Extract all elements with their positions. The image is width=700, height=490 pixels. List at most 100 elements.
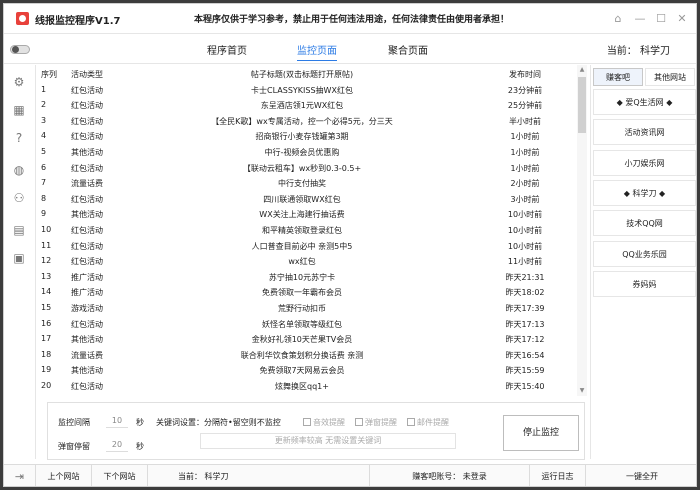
table-row[interactable]: 4 红包活动 招商银行小麦存钱罐第3期 1小时前 xyxy=(37,129,572,145)
row-time: 2小时前 xyxy=(510,179,540,189)
row-title[interactable]: 四川联通领取WX红包 xyxy=(157,194,447,205)
tab-zuanke[interactable]: 赚客吧 xyxy=(593,68,643,86)
row-title[interactable]: 荒野行动扣币 xyxy=(157,303,447,314)
table-row[interactable]: 10 红包活动 和平精英领取登录红包 10小时前 xyxy=(37,223,572,239)
row-index: 1 xyxy=(41,84,47,94)
row-title[interactable]: 金秋好礼领10天芒果TV会员 xyxy=(157,334,447,345)
scroll-thumb[interactable] xyxy=(578,77,586,133)
keyword-input[interactable]: 更新频率较高 无需设置关键词 xyxy=(200,433,456,449)
row-index: 12 xyxy=(41,256,52,266)
table-row[interactable]: 18 流量话费 联合利华饮食策划积分换话费 亲测 昨天16:54 xyxy=(37,348,572,364)
table-row[interactable]: 14 推广活动 免费领取一年霸布会员 昨天18:02 xyxy=(37,285,572,301)
minimize-button[interactable]: — xyxy=(630,9,650,29)
table-row[interactable]: 17 其他活动 金秋好礼领10天芒果TV会员 昨天17:12 xyxy=(37,332,572,348)
row-time: 昨天15:40 xyxy=(505,382,545,391)
row-title[interactable]: 人口普查目前必中 亲测5中5 xyxy=(157,241,447,252)
table-row[interactable]: 20 红包活动 炫舞换区qq1+ 昨天15:40 xyxy=(37,379,572,395)
popup-input[interactable]: 20 xyxy=(106,439,128,452)
row-title[interactable]: 卡士CLASSYKISS抽WX红包 xyxy=(157,85,447,96)
close-button[interactable]: ✕ xyxy=(672,9,692,29)
mail-checkbox[interactable] xyxy=(407,418,415,426)
site-huodong[interactable]: 活动资讯网 xyxy=(593,119,696,145)
title-bar: 线报监控程序V1.7 本程序仅供于学习参考，禁止用于任何违法用途，任何法律责任由… xyxy=(4,4,696,34)
skin-button[interactable]: ⌂ xyxy=(608,9,628,29)
tab-aggregate[interactable]: 聚合页面 xyxy=(388,42,428,57)
tab-monitor[interactable]: 监控页面 xyxy=(297,42,337,61)
row-title[interactable]: 免费领取一年霸布会员 xyxy=(157,287,447,298)
row-type: 红包活动 xyxy=(71,241,103,251)
table-row[interactable]: 9 其他活动 WX关注上海建行抽话费 10小时前 xyxy=(37,207,572,223)
popup-label: 弹窗停留 xyxy=(58,442,90,451)
keyword-label: 关键词设置：分隔符•留空则不监控 xyxy=(156,418,281,427)
tab-other-sites[interactable]: 其他网站 xyxy=(645,68,695,86)
doc-icon[interactable]: ▤ xyxy=(12,223,26,237)
row-title[interactable]: 中行-视频会员优惠购 xyxy=(157,147,447,158)
row-index: 6 xyxy=(41,162,47,172)
run-log-button[interactable]: 运行日志 xyxy=(530,465,586,486)
table-row[interactable]: 15 游戏活动 荒野行动扣币 昨天17:39 xyxy=(37,301,572,317)
table-row[interactable]: 7 流量话费 中行支付抽奖 2小时前 xyxy=(37,176,572,192)
row-title[interactable]: 招商银行小麦存钱罐第3期 xyxy=(157,131,447,142)
users-icon[interactable]: ⚇ xyxy=(12,191,26,205)
site-aiq[interactable]: ◆ 爱Q生活网 ◆ xyxy=(593,89,696,115)
open-all-button[interactable]: 一键全开 xyxy=(586,465,696,486)
row-title[interactable]: 【全民K歌】wx专属活动，控一个必得5元，分三天 xyxy=(157,116,447,127)
site-quanmama[interactable]: 券妈妈 xyxy=(593,271,696,297)
next-site-button[interactable]: 下个网站 xyxy=(92,465,148,486)
row-time: 昨天18:02 xyxy=(505,288,545,298)
site-jishuqq[interactable]: 技术QQ网 xyxy=(593,210,696,236)
row-time: 1小时前 xyxy=(510,148,540,157)
row-title[interactable]: 苏宁抽10元苏宁卡 xyxy=(157,272,447,283)
theme-toggle[interactable] xyxy=(10,45,30,54)
post-table: 序列 活动类型 帖子标题(双击标题打开原帖) 发布时间 1 红包活动 卡士CLASS… xyxy=(37,65,587,396)
top-nav: 程序首页 监控页面 聚合页面 当前： 科学刀 xyxy=(4,34,696,64)
row-title[interactable]: 中行支付抽奖 xyxy=(157,178,447,189)
main-window: 线报监控程序V1.7 本程序仅供于学习参考，禁止用于任何违法用途，任何法律责任由… xyxy=(3,3,697,487)
row-time: 10小时前 xyxy=(507,241,543,251)
prev-site-button[interactable]: 上个网站 xyxy=(36,465,92,486)
scroll-down-icon[interactable]: ▼ xyxy=(577,386,587,396)
row-title[interactable]: 联合利华饮食策划积分换话费 亲测 xyxy=(157,350,447,361)
row-title[interactable]: wx红包 xyxy=(157,256,447,267)
row-index: 7 xyxy=(41,178,47,188)
maximize-button[interactable]: ☐ xyxy=(651,9,671,29)
globe-icon[interactable]: ◍ xyxy=(12,163,26,177)
site-xiaodao[interactable]: 小刀娱乐网 xyxy=(593,150,696,176)
sound-checkbox[interactable] xyxy=(303,418,311,426)
row-title[interactable]: 妖怪名单领取等级红包 xyxy=(157,319,447,330)
table-row[interactable]: 3 红包活动 【全民K歌】wx专属活动，控一个必得5元，分三天 半小时前 xyxy=(37,114,572,130)
table-row[interactable]: 8 红包活动 四川联通领取WX红包 3小时前 xyxy=(37,192,572,208)
table-row[interactable]: 1 红包活动 卡士CLASSYKISS抽WX红包 23分钟前 xyxy=(37,83,572,99)
table-row[interactable]: 5 其他活动 中行-视频会员优惠购 1小时前 xyxy=(37,145,572,161)
row-title[interactable]: WX关注上海建行抽话费 xyxy=(157,209,447,220)
gear-icon[interactable]: ⚙ xyxy=(12,75,26,89)
mail-checkbox-label: 邮件提醒 xyxy=(417,418,449,427)
table-row[interactable]: 2 红包活动 东呈酒店领1元WX红包 25分钟前 xyxy=(37,98,572,114)
row-title[interactable]: 免费领取7天网易云会员 xyxy=(157,365,447,376)
table-scrollbar[interactable]: ▲ ▼ xyxy=(577,65,587,396)
popup-checkbox[interactable] xyxy=(355,418,363,426)
scroll-up-icon[interactable]: ▲ xyxy=(577,65,587,75)
table-row[interactable]: 6 红包活动 【联动云租车】wx秒到0.3-0.5+ 1小时前 xyxy=(37,161,572,177)
row-time: 1小时前 xyxy=(510,163,540,173)
table-row[interactable]: 12 红包活动 wx红包 11小时前 xyxy=(37,254,572,270)
table-row[interactable]: 13 推广活动 苏宁抽10元苏宁卡 昨天21:31 xyxy=(37,270,572,286)
exit-icon[interactable]: ⇥ xyxy=(4,465,36,486)
site-kexuedao[interactable]: ◆ 科学刀 ◆ xyxy=(593,180,696,206)
row-title[interactable]: 和平精英领取登录红包 xyxy=(157,225,447,236)
row-title[interactable]: 东呈酒店领1元WX红包 xyxy=(157,100,447,111)
row-title[interactable]: 炫舞换区qq1+ xyxy=(157,381,447,392)
save-icon[interactable]: ▣ xyxy=(12,251,26,265)
table-row[interactable]: 11 红包活动 人口普查目前必中 亲测5中5 10小时前 xyxy=(37,239,572,255)
row-type: 红包活动 xyxy=(71,132,103,142)
interval-input[interactable]: 10 xyxy=(106,415,128,428)
row-title[interactable]: 【联动云租车】wx秒到0.3-0.5+ xyxy=(157,163,447,174)
qrcode-icon[interactable]: ▦ xyxy=(12,103,26,117)
stop-monitor-button[interactable]: 停止监控 xyxy=(503,415,579,451)
help-icon[interactable]: ? xyxy=(12,131,26,145)
tab-home[interactable]: 程序首页 xyxy=(207,42,247,57)
site-qqyewu[interactable]: QQ业务乐园 xyxy=(593,241,696,267)
table-row[interactable]: 16 红包活动 妖怪名单领取等级红包 昨天17:13 xyxy=(37,317,572,333)
row-index: 9 xyxy=(41,209,47,219)
table-row[interactable]: 19 其他活动 免费领取7天网易云会员 昨天15:59 xyxy=(37,363,572,379)
